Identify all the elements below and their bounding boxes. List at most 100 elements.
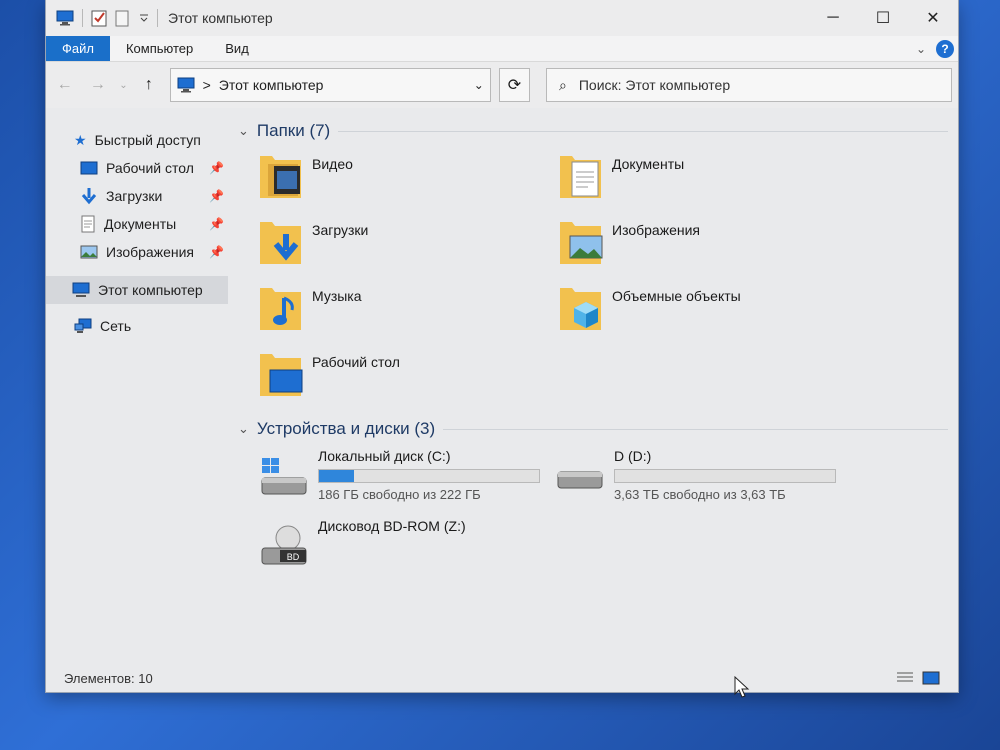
folder-label: Музыка (312, 288, 362, 304)
drive-free-space: 3,63 ТБ свободно из 3,63 ТБ (614, 487, 786, 502)
drive-z[interactable]: BD Дисковод BD-ROM (Z:) (258, 518, 554, 588)
drive-usage-bar (318, 469, 540, 483)
drive-label: D (D:) (614, 448, 652, 464)
maximize-button[interactable]: ☐ (858, 0, 908, 36)
drive-c[interactable]: Локальный диск (C:) 186 ГБ свободно из 2… (258, 448, 554, 518)
windows-drive-icon (261, 458, 307, 495)
sidebar-item-pictures[interactable]: Изображения 📌 (46, 238, 228, 266)
pin-icon[interactable]: 📌 (209, 217, 224, 231)
folder-label: Изображения (612, 222, 700, 238)
image-icon (80, 245, 98, 259)
group-title: Папки (7) (256, 121, 331, 140)
sidebar-item-label: Рабочий стол (106, 160, 194, 176)
downloads-folder-icon (260, 222, 301, 264)
drive-usage-bar (614, 469, 836, 483)
help-icon[interactable]: ? (936, 39, 954, 58)
folder-3d-objects[interactable]: Объемные объекты (558, 282, 858, 348)
bd-rom-icon: BD (261, 525, 307, 565)
sidebar-item-this-pc[interactable]: Этот компьютер (46, 276, 228, 304)
back-arrow-icon[interactable]: ← (52, 76, 77, 94)
item-count: Элементов: 10 (64, 670, 153, 686)
quick-access-toolbar (56, 9, 158, 27)
main-pane: ⌄ Папки (7) Видео Документы Загрузки Изо… (228, 108, 958, 648)
customize-toolbar-icon[interactable] (139, 13, 149, 23)
drive-label: Дисковод BD-ROM (Z:) (318, 518, 466, 534)
document-icon (81, 215, 95, 233)
drives-group-header[interactable]: ⌄ Устройства и диски (3) (238, 416, 958, 442)
folder-documents[interactable]: Документы (558, 150, 858, 216)
navigation-pane: ★ Быстрый доступ Рабочий стол 📌 Загрузки… (46, 108, 228, 648)
drive-usage-fill (319, 470, 355, 482)
folder-label: Загрузки (312, 222, 369, 238)
tab-view[interactable]: Вид (209, 36, 265, 61)
folders-grid: Видео Документы Загрузки Изображения Муз… (258, 150, 958, 414)
drives-grid: Локальный диск (C:) 186 ГБ свободно из 2… (258, 448, 958, 588)
collapse-chevron-icon[interactable]: ⌄ (238, 123, 249, 139)
folder-pictures[interactable]: Изображения (558, 216, 858, 282)
sidebar-item-label: Загрузки (106, 188, 163, 204)
folder-desktop[interactable]: Рабочий стол (258, 348, 558, 414)
group-title: Устройства и диски (3) (256, 419, 436, 438)
breadcrumb-separator[interactable]: > (203, 77, 211, 93)
forward-arrow-icon[interactable]: → (85, 76, 110, 94)
pin-icon[interactable]: 📌 (209, 189, 224, 203)
properties-icon[interactable] (91, 9, 107, 27)
search-input[interactable]: ⌕ Поиск: Этот компьютер (546, 68, 952, 102)
sidebar-item-label: Сеть (100, 318, 132, 334)
folder-downloads[interactable]: Загрузки (258, 216, 558, 282)
search-icon: ⌕ (559, 76, 567, 93)
computer-icon (56, 10, 74, 26)
drive-d[interactable]: D (D:) 3,63 ТБ свободно из 3,63 ТБ (554, 448, 854, 518)
close-button[interactable]: ✕ (908, 0, 958, 36)
sidebar-item-label: Документы (104, 216, 177, 232)
breadcrumb-this-pc[interactable]: Этот компьютер (219, 77, 324, 93)
up-arrow-icon[interactable]: ↑ (136, 76, 161, 94)
view-switcher (896, 671, 940, 685)
sidebar-item-desktop[interactable]: Рабочий стол 📌 (46, 154, 228, 182)
address-bar[interactable]: > Этот компьютер ⌄ (169, 68, 491, 102)
tab-file[interactable]: Файл (46, 36, 110, 61)
recent-locations-icon[interactable]: ⌄ (119, 80, 129, 91)
details-view-icon[interactable] (896, 671, 914, 685)
sidebar-item-network[interactable]: Сеть (46, 312, 228, 340)
content-area: ★ Быстрый доступ Рабочий стол 📌 Загрузки… (46, 108, 958, 648)
new-folder-icon[interactable] (115, 9, 131, 27)
folder-label: Рабочий стол (312, 354, 400, 370)
desktop-icon (80, 161, 98, 175)
computer-icon (72, 282, 90, 297)
expand-ribbon-icon[interactable]: ⌄ (916, 42, 926, 56)
ribbon-tabs: Файл Компьютер Вид ⌄ ? (46, 36, 958, 62)
cube-folder-icon (560, 288, 601, 330)
address-dropdown-icon[interactable]: ⌄ (474, 78, 484, 92)
pictures-folder-icon (560, 222, 603, 264)
title-bar: Этот компьютер ─ ☐ ✕ (46, 0, 958, 36)
status-bar: Элементов: 10 (46, 664, 958, 692)
drive-free-space: 186 ГБ свободно из 222 ГБ (318, 487, 481, 502)
large-icons-view-icon[interactable] (922, 671, 940, 685)
pin-icon[interactable]: 📌 (209, 161, 224, 175)
documents-folder-icon (560, 156, 601, 198)
mouse-cursor-icon (734, 676, 750, 698)
sidebar-item-label: Изображения (106, 244, 194, 260)
sidebar-item-documents[interactable]: Документы 📌 (46, 210, 228, 238)
refresh-button[interactable]: ⟳ (498, 68, 530, 102)
sidebar-item-quick-access[interactable]: ★ Быстрый доступ (46, 126, 228, 154)
folder-music[interactable]: Музыка (258, 282, 558, 348)
minimize-button[interactable]: ─ (808, 0, 858, 36)
window-controls: ─ ☐ ✕ (808, 0, 958, 36)
sidebar-item-label: Быстрый доступ (94, 132, 201, 148)
hard-drive-icon (557, 471, 603, 489)
tab-computer[interactable]: Компьютер (110, 36, 209, 61)
computer-icon (177, 77, 195, 93)
drive-label: Локальный диск (C:) (318, 448, 451, 464)
sidebar-item-downloads[interactable]: Загрузки 📌 (46, 182, 228, 210)
collapse-chevron-icon[interactable]: ⌄ (238, 421, 249, 437)
sidebar-item-label: Этот компьютер (98, 282, 203, 298)
music-folder-icon (260, 288, 301, 330)
folder-video[interactable]: Видео (258, 150, 558, 216)
folders-group-header[interactable]: ⌄ Папки (7) (238, 118, 958, 144)
network-icon (74, 318, 92, 333)
window-title: Этот компьютер (168, 10, 273, 26)
folder-label: Объемные объекты (612, 288, 741, 304)
pin-icon[interactable]: 📌 (209, 245, 224, 259)
